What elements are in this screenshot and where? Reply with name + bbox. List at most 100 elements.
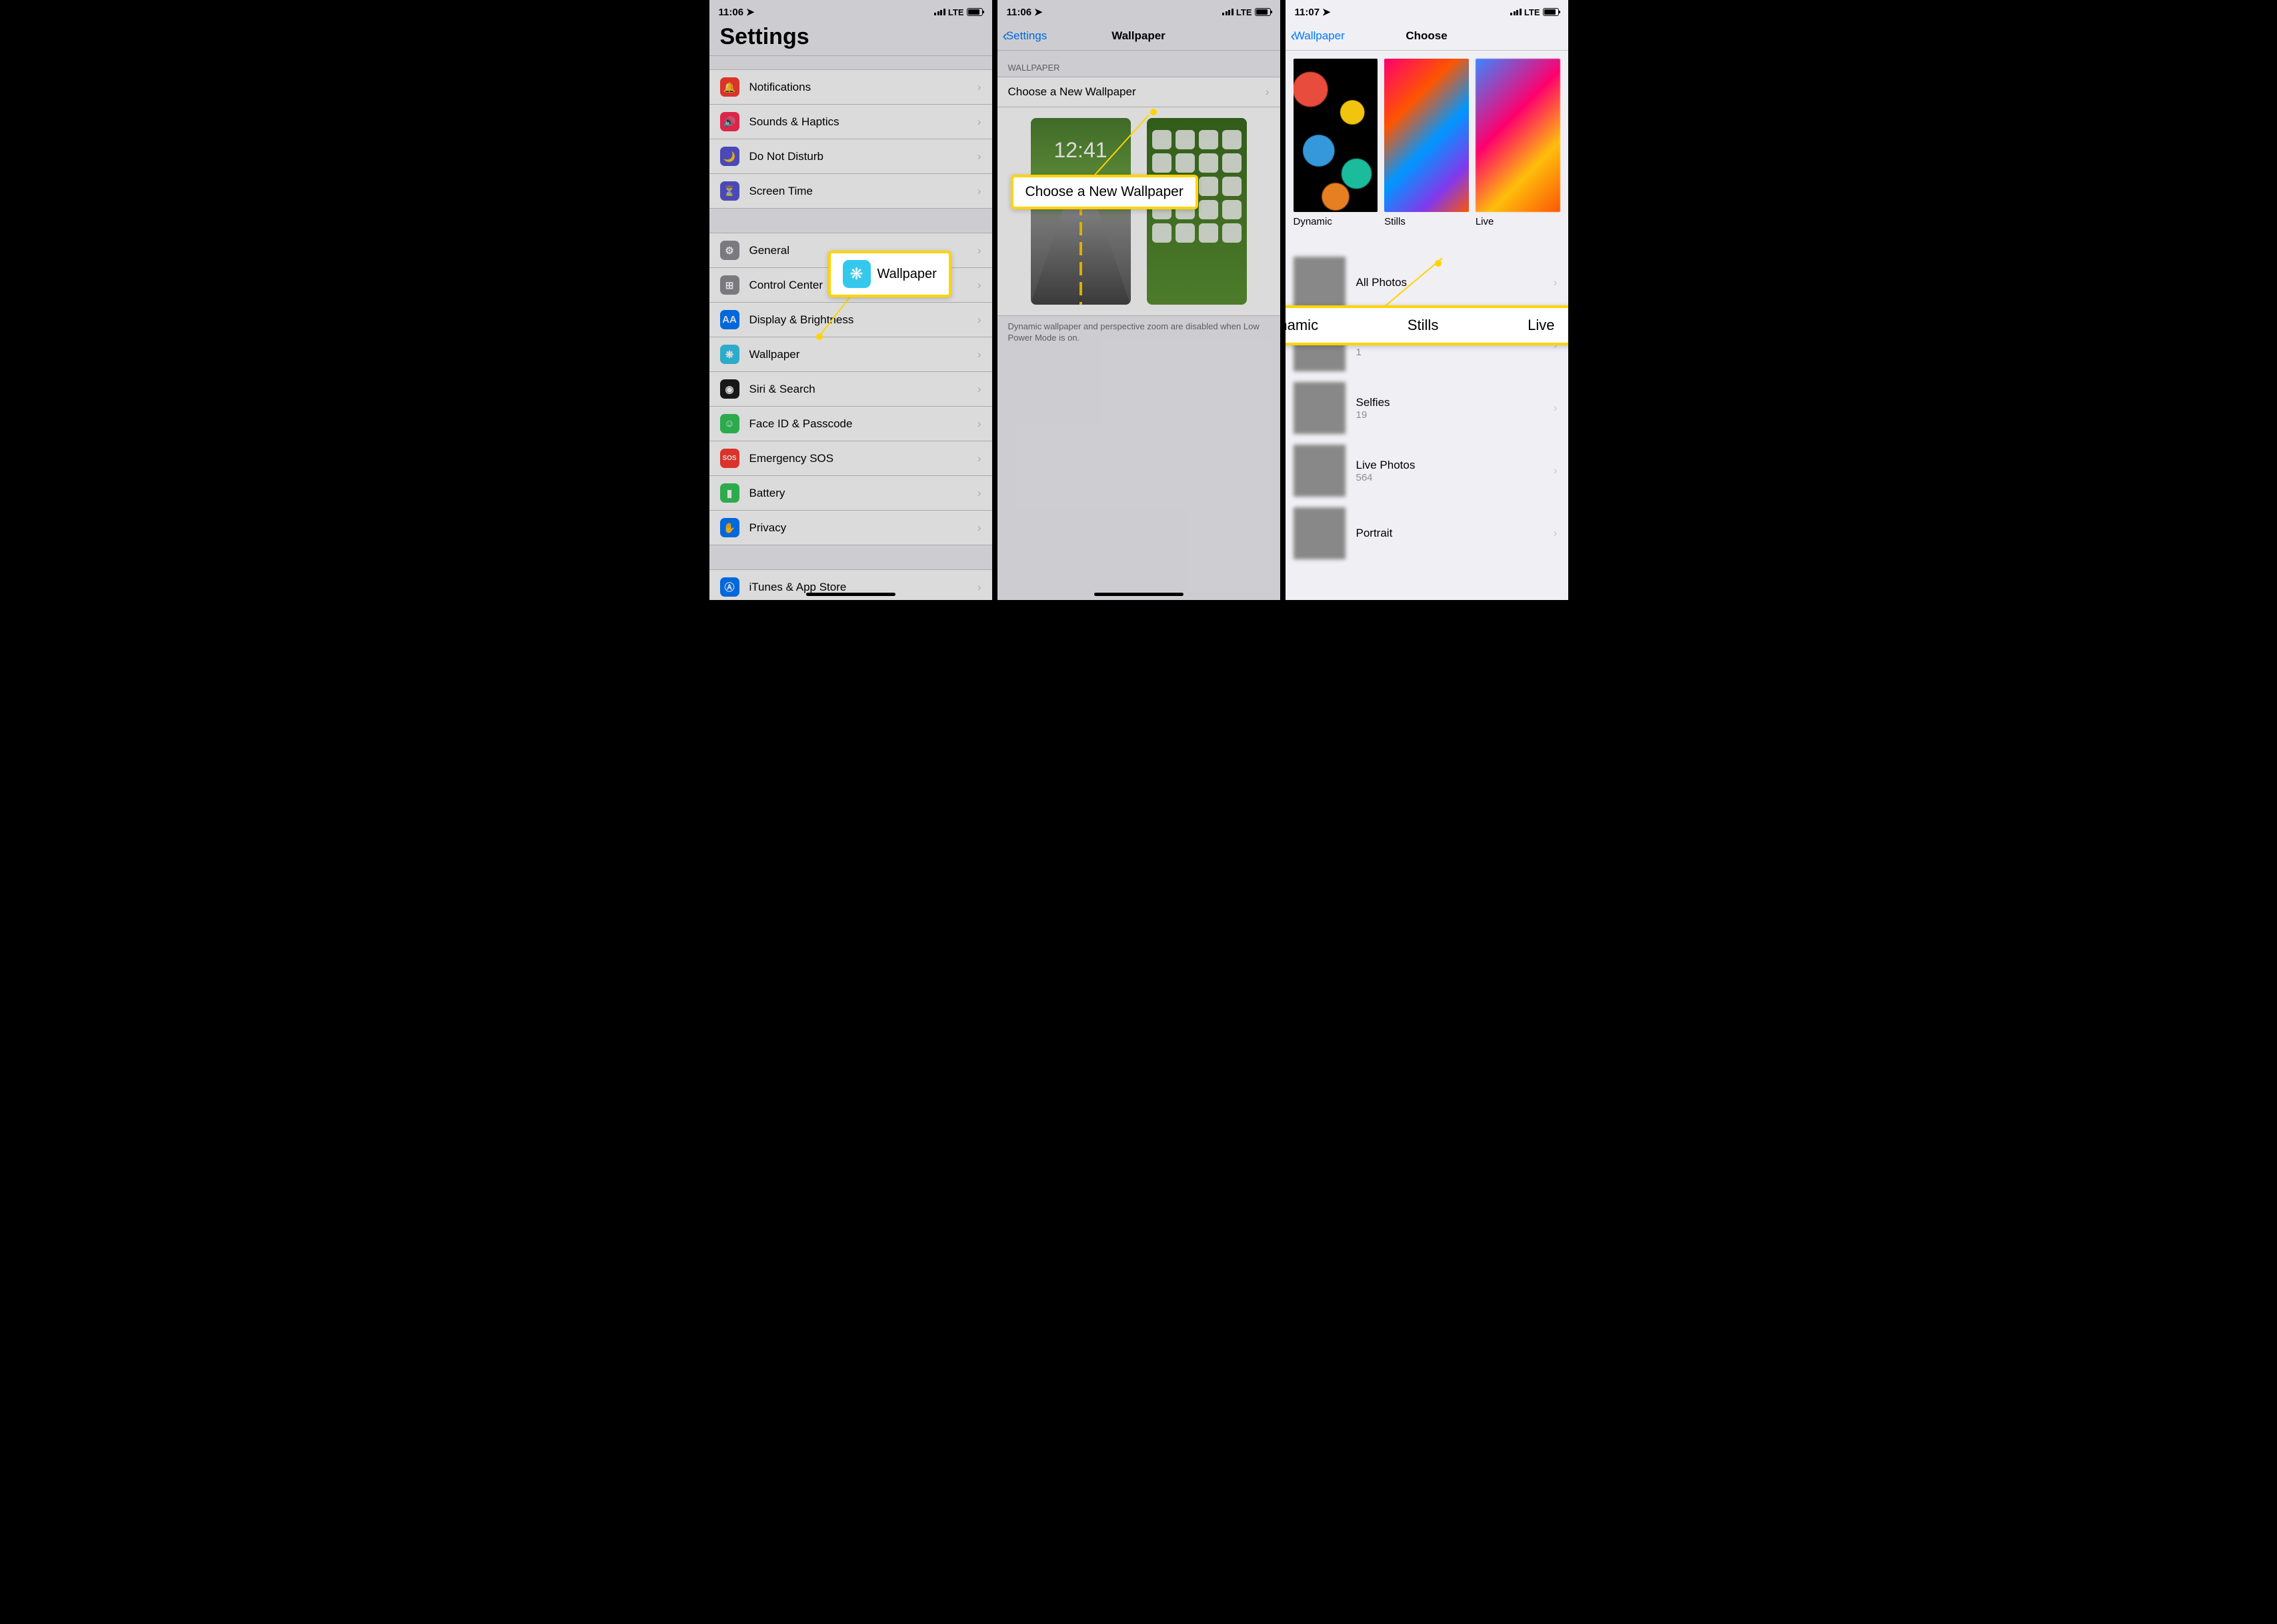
chevron-right-icon: ›: [977, 383, 981, 396]
chevron-right-icon: ›: [1266, 85, 1270, 99]
row-icon: ◉: [720, 379, 739, 399]
battery-icon: [1543, 8, 1559, 16]
row-icon: ✋: [720, 518, 739, 537]
album-count: 564: [1356, 472, 1554, 483]
stills-thumb: [1384, 59, 1469, 212]
back-button[interactable]: ‹Settings: [1003, 27, 1047, 45]
album-count: 1: [1356, 347, 1554, 358]
album-name: Live Photos: [1356, 459, 1554, 472]
chevron-right-icon: ›: [977, 244, 981, 257]
wallpaper-types: Dynamic Stills Live: [1286, 51, 1568, 235]
settings-row-siri-search[interactable]: ◉ Siri & Search›: [709, 372, 992, 407]
album-thumb: [1294, 382, 1346, 434]
network-label: LTE: [1236, 7, 1252, 17]
row-label: Display & Brightness: [749, 313, 977, 327]
highlight-dot: [1150, 109, 1157, 115]
status-time: 11:06: [1007, 7, 1032, 18]
callout-label: Choose a New Wallpaper: [1025, 184, 1184, 200]
settings-row-battery[interactable]: ▮ Battery›: [709, 476, 992, 511]
chevron-right-icon: ›: [1554, 464, 1558, 477]
chevron-right-icon: ›: [977, 115, 981, 129]
album-name: All Photos: [1356, 276, 1554, 289]
lock-screen-preview[interactable]: 12:41: [1031, 118, 1131, 305]
signal-icon: [934, 9, 945, 15]
album-thumb: [1294, 445, 1346, 497]
row-label: Privacy: [749, 521, 977, 535]
wallpaper-icon: ❋: [843, 260, 871, 288]
album-count: 19: [1356, 409, 1554, 421]
settings-row-do-not-disturb[interactable]: 🌙Do Not Disturb›: [709, 139, 992, 174]
chevron-right-icon: ›: [977, 185, 981, 198]
battery-icon: [967, 8, 983, 16]
type-dynamic[interactable]: Dynamic: [1294, 59, 1378, 227]
settings-screen: 11:06➤ LTE Settings 🔔Notifications›🔊Soun…: [709, 0, 992, 600]
type-live[interactable]: Live: [1476, 59, 1560, 227]
type-label: Live: [1476, 216, 1560, 227]
location-icon: ➤: [746, 6, 755, 18]
album-name: Selfies: [1356, 396, 1554, 409]
chevron-right-icon: ›: [1554, 401, 1558, 415]
album-selfies[interactable]: Selfies19›: [1286, 377, 1568, 439]
settings-row-face-id-passcode[interactable]: ☺Face ID & Passcode›: [709, 407, 992, 441]
home-indicator[interactable]: [806, 593, 895, 596]
home-screen-preview[interactable]: [1147, 118, 1247, 305]
row-label: Face ID & Passcode: [749, 417, 977, 431]
chevron-right-icon: ›: [977, 313, 981, 327]
type-label: Dynamic: [1294, 216, 1378, 227]
chevron-right-icon: ›: [977, 581, 981, 594]
album-thumb: [1294, 257, 1346, 309]
row-icon: ▮: [720, 483, 739, 503]
lock-time: 12:41: [1031, 118, 1131, 163]
album-live-photos[interactable]: Live Photos564›: [1286, 439, 1568, 502]
settings-row-privacy[interactable]: ✋ Privacy›: [709, 511, 992, 545]
chevron-right-icon: ›: [977, 150, 981, 163]
back-label: Wallpaper: [1294, 29, 1345, 43]
chevron-right-icon: ›: [1554, 276, 1558, 289]
callout-types: Dynamic Stills Live: [1286, 305, 1568, 345]
settings-row-notifications[interactable]: 🔔Notifications›: [709, 70, 992, 105]
home-indicator[interactable]: [1094, 593, 1184, 596]
chevron-right-icon: ›: [977, 279, 981, 292]
status-bar: 11:07➤ LTE: [1286, 0, 1568, 21]
row-label: Battery: [749, 487, 977, 500]
status-time: 11:06: [719, 7, 744, 18]
settings-row-display-brightness[interactable]: AADisplay & Brightness›: [709, 303, 992, 337]
row-icon: 🔔: [720, 77, 739, 97]
row-icon: ⊞: [720, 275, 739, 295]
album-portrait[interactable]: Portrait›: [1286, 502, 1568, 565]
status-bar: 11:06➤ LTE: [997, 0, 1280, 21]
row-label: Siri & Search: [749, 383, 977, 396]
settings-row-wallpaper[interactable]: ❋Wallpaper›: [709, 337, 992, 372]
callout-choose: Choose a New Wallpaper: [1011, 175, 1198, 209]
network-label: LTE: [1524, 7, 1540, 17]
settings-row-emergency-sos[interactable]: SOSEmergency SOS›: [709, 441, 992, 476]
callout-label: Stills: [1408, 317, 1438, 334]
signal-icon: [1222, 9, 1234, 15]
row-label: Do Not Disturb: [749, 150, 977, 163]
row-icon: ❋: [720, 345, 739, 364]
nav-bar: ‹Wallpaper Choose: [1286, 21, 1568, 51]
type-stills[interactable]: Stills: [1384, 59, 1469, 227]
settings-row-screen-time[interactable]: ⏳ Screen Time›: [709, 174, 992, 208]
row-icon: ⏳: [720, 181, 739, 201]
back-button[interactable]: ‹Wallpaper: [1291, 27, 1345, 45]
type-label: Stills: [1384, 216, 1469, 227]
row-label: Wallpaper: [749, 348, 977, 361]
row-icon: ☺: [720, 414, 739, 433]
chevron-right-icon: ›: [977, 487, 981, 500]
section-footer: Dynamic wallpaper and perspective zoom a…: [997, 316, 1280, 349]
chevron-right-icon: ›: [1554, 527, 1558, 540]
row-label: Screen Time: [749, 185, 977, 198]
section-header: WALLPAPER: [997, 51, 1280, 77]
settings-row-sounds-haptics[interactable]: 🔊Sounds & Haptics›: [709, 105, 992, 139]
row-label: Choose a New Wallpaper: [1008, 85, 1266, 99]
chevron-right-icon: ›: [977, 452, 981, 465]
choose-wallpaper-row[interactable]: Choose a New Wallpaper ›: [997, 77, 1280, 107]
page-title: Settings: [709, 21, 992, 56]
chevron-right-icon: ›: [977, 521, 981, 535]
row-label: Emergency SOS: [749, 452, 977, 465]
row-icon: ⚙︎: [720, 241, 739, 260]
live-thumb: [1476, 59, 1560, 212]
location-icon: ➤: [1322, 6, 1331, 18]
location-icon: ➤: [1034, 6, 1043, 18]
